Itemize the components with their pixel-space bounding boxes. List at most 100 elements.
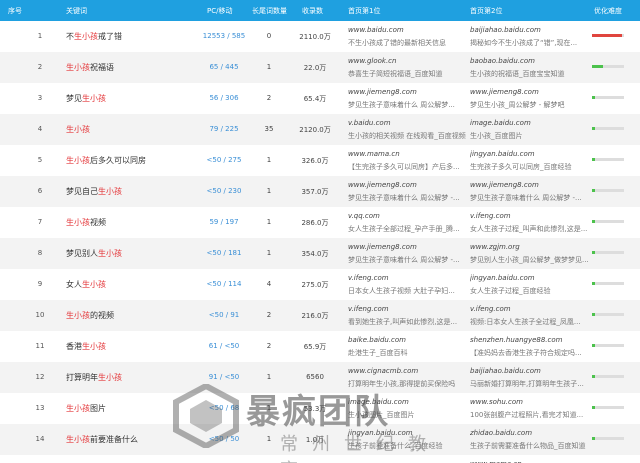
rank1-url[interactable]: www.mama.cn [348, 150, 466, 158]
pc-mobile-link[interactable]: 59 / 197 [196, 218, 252, 226]
keyword-link[interactable]: 生小孩前要准备什么 [66, 434, 138, 445]
rank2-title[interactable]: 马丽新婚打算明年,打算明年生孩子... [470, 379, 588, 389]
rank1-title[interactable]: 不生小孩成了错的最新相关信息 [348, 38, 466, 48]
rank1-title[interactable]: 梦见生孩子意味着什么 周公解梦 -... [348, 193, 466, 203]
keyword-link[interactable]: 生小孩祝福语 [66, 62, 114, 73]
rank1-url[interactable]: www.jiemeng8.com [348, 181, 466, 189]
rank1-url[interactable]: v.qq.com [348, 212, 466, 220]
keyword-link[interactable]: 生小孩图片 [66, 403, 106, 414]
rank2-title[interactable]: 100张剖腹产过程照片,看完才知道... [470, 410, 588, 420]
rank2-url[interactable]: baijiahao.baidu.com [470, 367, 590, 375]
rank2-title[interactable]: 梦见别人生小孩_周公解梦_做梦梦见... [470, 255, 588, 265]
table-row[interactable]: 2 生小孩祝福语 65 / 445 1 22.0万 www.glook.cn 恭喜生子简短祝… [0, 52, 640, 83]
rank1-title[interactable]: 梦见生孩子意味着什么 周公解梦... [348, 100, 466, 110]
pc-mobile-link[interactable]: 61 / <50 [196, 342, 252, 350]
pc-mobile-link[interactable]: 56 / 306 [196, 94, 252, 102]
rank2-url[interactable]: jingyan.baidu.com [470, 150, 590, 158]
table-row[interactable]: 6 梦见自己生小孩 <50 / 230 1 357.0万 www.jiemeng8.com… [0, 176, 640, 207]
rank1-title[interactable]: 日本女人生孩子视频 大肚子孕妇... [348, 286, 466, 296]
keyword-link[interactable]: 梦见生小孩 [66, 93, 106, 104]
table-row[interactable]: 5 生小孩后多久可以同房 <50 / 275 1 326.0万 www.mama.cn 【生… [0, 145, 640, 176]
rank1-url[interactable]: v.baidu.com [348, 119, 466, 127]
rank2-title[interactable]: 生小孩_百度图片 [470, 131, 588, 141]
keyword-link[interactable]: 生小孩后多久可以同房 [66, 155, 146, 166]
keyword-link[interactable]: 香港生小孩 [66, 341, 106, 352]
table-row[interactable]: 15www.mama.cn [0, 455, 640, 463]
rank1-title[interactable]: 打算明年生小孩,那得提前买保险吗 [348, 379, 466, 389]
rank2-url[interactable]: v.ifeng.com [470, 212, 590, 220]
pc-mobile-link[interactable]: 12553 / 585 [196, 32, 252, 40]
rank1-title[interactable]: 生小孩图片_百度图片 [348, 410, 466, 420]
rank2-url[interactable]: zhidao.baidu.com [470, 429, 590, 437]
rank1-title[interactable]: 赴港生子_百度百科 [348, 348, 466, 358]
table-row[interactable]: 1 不生小孩戒了错 12553 / 585 0 2110.0万 www.baidu.com… [0, 21, 640, 52]
rank2-title[interactable]: 【准妈妈去香港生孩子符合规定吗... [470, 348, 588, 358]
keyword-link[interactable]: 不生小孩戒了错 [66, 31, 122, 42]
pc-mobile-link[interactable]: <50 / 50 [196, 435, 252, 443]
pc-mobile-link[interactable]: 65 / 445 [196, 63, 252, 71]
keyword-link[interactable]: 梦见自己生小孩 [66, 186, 122, 197]
pc-mobile-link[interactable]: <50 / 181 [196, 249, 252, 257]
rank1-title[interactable]: 生孩子前要准备什么_百度经验 [348, 441, 466, 451]
rank2-url[interactable]: www.jiemeng8.com [470, 181, 590, 189]
pc-mobile-link[interactable]: 79 / 225 [196, 125, 252, 133]
pc-mobile-link[interactable]: <50 / 275 [196, 156, 252, 164]
rank1-url[interactable]: baike.baidu.com [348, 336, 466, 344]
rank2-title[interactable]: 生完孩子多久可以同房_百度经验 [470, 162, 588, 172]
rank2-title[interactable]: 揭秘如今不生小孩成了“错”,现在... [470, 38, 588, 48]
rank2-url[interactable]: www.zgjm.org [470, 243, 590, 251]
rank2-title[interactable]: 女人生孩子过程_百度经验 [470, 286, 588, 296]
rank2-url[interactable]: shenzhen.huangye88.com [470, 336, 590, 344]
pc-mobile-link[interactable]: 91 / <50 [196, 373, 252, 381]
rank1-url[interactable]: image.baidu.com [348, 398, 466, 406]
table-row[interactable]: 12 打算明年生小孩 91 / <50 1 6560 www.cignacmb.com 打算… [0, 362, 640, 393]
table-row[interactable]: 4 生小孩 79 / 225 35 2120.0万 v.baidu.com 生小孩的相关视频… [0, 114, 640, 145]
rank2-title[interactable]: 梦见生孩子意味着什么 周公解梦 -... [470, 193, 588, 203]
rank1-url[interactable]: www.baidu.com [348, 26, 466, 34]
table-row[interactable]: 10 生小孩的视频 <50 / 91 2 216.0万 v.ifeng.com 看到她生孩子… [0, 300, 640, 331]
table-row[interactable]: 9 女人生小孩 <50 / 114 4 275.0万 v.ifeng.com 日本女人生孩子… [0, 269, 640, 300]
keyword-link[interactable]: 生小孩视频 [66, 217, 106, 228]
rank1-title[interactable]: 【生完孩子多久可以同房】产后多... [348, 162, 466, 172]
rank2-url[interactable]: baobao.baidu.com [470, 57, 590, 65]
longtail-count: 0 [266, 32, 272, 40]
rank2-url[interactable]: www.jiemeng8.com [470, 88, 590, 96]
rank1-title[interactable]: 梦见生孩子意味着什么 周公解梦 -... [348, 255, 466, 265]
rank2-title[interactable]: 生孩子前需要准备什么物品_百度知道 [470, 441, 588, 451]
rank2-url[interactable]: v.ifeng.com [470, 305, 590, 313]
rank2-url[interactable]: baijiahao.baidu.com [470, 26, 590, 34]
rank1-url[interactable]: www.jiemeng8.com [348, 243, 466, 251]
rank1-url[interactable]: jingyan.baidu.com [348, 429, 466, 437]
table-row[interactable]: 7 生小孩视频 59 / 197 1 286.0万 v.qq.com 女人生孩子全部过程_孕… [0, 207, 640, 238]
table-row[interactable]: 11 香港生小孩 61 / <50 2 65.9万 baike.baidu.com 赴港生子… [0, 331, 640, 362]
rank2-title[interactable]: 梦见生小孩_周公解梦 - 解梦吧 [470, 100, 588, 110]
table-row[interactable]: 14 生小孩前要准备什么 <50 / 50 1 1.0万 jingyan.baidu.co… [0, 424, 640, 455]
rank2-url[interactable]: jingyan.baidu.com [470, 274, 590, 282]
rank1-title[interactable]: 看到她生孩子,叫声如此惨烈,这是... [348, 317, 466, 327]
rank1-url[interactable]: www.jiemeng8.com [348, 88, 466, 96]
keyword-link[interactable]: 梦见别人生小孩 [66, 248, 122, 259]
table-row[interactable]: 3 梦见生小孩 56 / 306 2 65.4万 www.jiemeng8.com 梦见生孩… [0, 83, 640, 114]
table-row[interactable]: 8 梦见别人生小孩 <50 / 181 1 354.0万 www.jiemeng8.com… [0, 238, 640, 269]
rank2-title[interactable]: 女人生孩子过程_叫声和此惨烈,这是... [470, 224, 588, 234]
rank1-url[interactable]: v.ifeng.com [348, 305, 466, 313]
keyword-link[interactable]: 生小孩的视频 [66, 310, 114, 321]
table-row[interactable]: 13 生小孩图片 <50 / 68 1 53.3万 image.baidu.com 生小孩图… [0, 393, 640, 424]
pc-mobile-link[interactable]: <50 / 114 [196, 280, 252, 288]
pc-mobile-link[interactable]: <50 / 230 [196, 187, 252, 195]
pc-mobile-link[interactable]: <50 / 91 [196, 311, 252, 319]
rank2-url[interactable]: www.sohu.com [470, 398, 590, 406]
rank2-url[interactable]: image.baidu.com [470, 119, 590, 127]
rank1-title[interactable]: 恭喜生子简短祝福语_百度知道 [348, 69, 466, 79]
keyword-link[interactable]: 女人生小孩 [66, 279, 106, 290]
rank1-title[interactable]: 生小孩的相关视频 在线观看_百度视频 [348, 131, 466, 141]
rank1-url[interactable]: www.glook.cn [348, 57, 466, 65]
rank1-title[interactable]: 女人生孩子全部过程_孕产手册_腾... [348, 224, 466, 234]
keyword-link[interactable]: 打算明年生小孩 [66, 372, 122, 383]
rank2-title[interactable]: 生小孩的祝福语_百度宝宝知道 [470, 69, 588, 79]
keyword-link[interactable]: 生小孩 [66, 124, 90, 135]
rank1-url[interactable]: v.ifeng.com [348, 274, 466, 282]
rank2-title[interactable]: 视频:日本女人生孩子全过程_凤凰... [470, 317, 588, 327]
rank1-url[interactable]: www.cignacmb.com [348, 367, 466, 375]
pc-mobile-link[interactable]: <50 / 68 [196, 404, 252, 412]
